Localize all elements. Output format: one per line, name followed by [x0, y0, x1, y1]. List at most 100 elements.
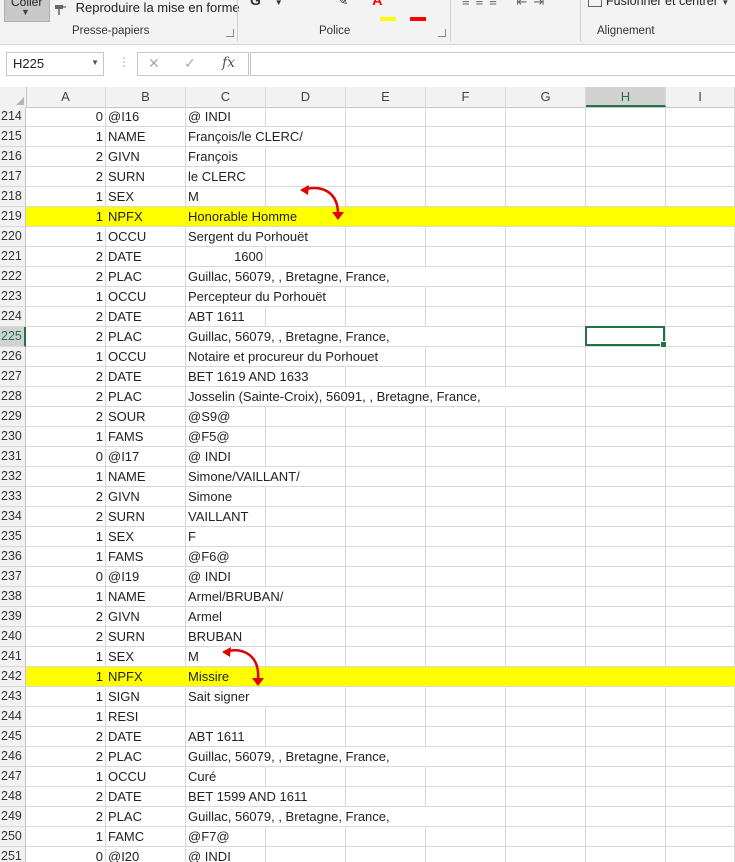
cell-a[interactable]: 2 — [26, 267, 106, 287]
cell-b[interactable]: GIVN — [106, 607, 186, 627]
row-header[interactable]: 242 — [0, 667, 26, 687]
cell-d[interactable] — [266, 507, 346, 527]
cell-a[interactable]: 1 — [26, 427, 106, 447]
cell-h[interactable] — [586, 667, 666, 687]
cell-h[interactable] — [586, 807, 666, 827]
cell-g[interactable] — [506, 587, 586, 607]
cell-g[interactable] — [506, 567, 586, 587]
cell-f[interactable] — [426, 407, 506, 427]
indent-decrease-icon[interactable]: ⇤ — [516, 0, 533, 9]
cell-i[interactable] — [666, 187, 735, 207]
cell-e[interactable] — [346, 287, 426, 307]
cell-g[interactable] — [506, 387, 586, 407]
cell-g[interactable] — [506, 627, 586, 647]
name-box[interactable]: H225 ▼ — [6, 52, 104, 76]
cell-i[interactable] — [666, 207, 735, 227]
cell-h[interactable] — [586, 527, 666, 547]
cell-e[interactable] — [346, 707, 426, 727]
cell-i[interactable] — [666, 167, 735, 187]
cell-g[interactable] — [506, 487, 586, 507]
cell-d[interactable] — [266, 707, 346, 727]
row-header[interactable]: 233 — [0, 487, 26, 507]
cell-b[interactable]: PLAC — [106, 747, 186, 767]
cell-f[interactable] — [426, 127, 506, 147]
cell-c[interactable]: le CLERC — [186, 167, 266, 187]
column-header-c[interactable]: C — [186, 87, 266, 107]
cell-g[interactable] — [506, 527, 586, 547]
cell-e[interactable] — [346, 587, 426, 607]
cell-h[interactable] — [586, 467, 666, 487]
cell-g[interactable] — [506, 227, 586, 247]
cell-g[interactable] — [506, 467, 586, 487]
cell-b[interactable]: DATE — [106, 727, 186, 747]
cell-b[interactable]: PLAC — [106, 807, 186, 827]
cell-i[interactable] — [666, 107, 735, 127]
cell-i[interactable] — [666, 327, 735, 347]
cell-g[interactable] — [506, 647, 586, 667]
cell-f[interactable] — [426, 847, 506, 862]
cell-f[interactable] — [426, 627, 506, 647]
cell-h[interactable] — [586, 307, 666, 327]
cell-c[interactable] — [186, 707, 266, 727]
row-header[interactable]: 225 — [0, 327, 26, 347]
cell-i[interactable] — [666, 527, 735, 547]
cell-i[interactable] — [666, 367, 735, 387]
cell-g[interactable] — [506, 787, 586, 807]
cell-h[interactable] — [586, 407, 666, 427]
cell-e[interactable] — [346, 127, 426, 147]
cell-b[interactable]: SEX — [106, 187, 186, 207]
cell-c[interactable]: Guillac, 56079, , Bretagne, France, — [186, 807, 390, 827]
fill-handle[interactable] — [660, 341, 667, 348]
column-header-i[interactable]: I — [666, 87, 735, 107]
row-header[interactable]: 239 — [0, 607, 26, 627]
cell-d[interactable] — [266, 727, 346, 747]
fx-icon[interactable]: fx — [222, 55, 235, 71]
cell-i[interactable] — [666, 787, 735, 807]
cell-b[interactable]: GIVN — [106, 147, 186, 167]
cell-c[interactable]: @F6@ — [186, 547, 266, 567]
cell-c[interactable]: Honorable Homme — [186, 207, 297, 227]
cell-i[interactable] — [666, 387, 735, 407]
cell-b[interactable]: NAME — [106, 587, 186, 607]
cell-f[interactable] — [426, 507, 506, 527]
cell-b[interactable]: DATE — [106, 367, 186, 387]
cell-i[interactable] — [666, 447, 735, 467]
align-center-icon[interactable]: ≡ — [476, 0, 490, 9]
cell-h[interactable] — [586, 647, 666, 667]
cell-i[interactable] — [666, 807, 735, 827]
cell-f[interactable] — [426, 287, 506, 307]
cell-a[interactable]: 1 — [26, 127, 106, 147]
row-header[interactable]: 245 — [0, 727, 26, 747]
cell-f[interactable] — [426, 247, 506, 267]
cell-e[interactable] — [346, 647, 426, 667]
selected-cell-h225[interactable] — [585, 326, 667, 348]
cell-f[interactable] — [426, 347, 506, 367]
cell-d[interactable] — [266, 147, 346, 167]
cell-g[interactable] — [506, 427, 586, 447]
cell-g[interactable] — [506, 327, 586, 347]
chevron-down-icon[interactable]: ▼ — [275, 0, 283, 7]
paste-button[interactable]: Coller ▼ — [4, 0, 50, 22]
cell-a[interactable]: 2 — [26, 487, 106, 507]
cell-i[interactable] — [666, 307, 735, 327]
cell-b[interactable]: SOUR — [106, 407, 186, 427]
cell-b[interactable]: SEX — [106, 527, 186, 547]
cell-e[interactable] — [346, 727, 426, 747]
cell-c[interactable]: VAILLANT — [186, 507, 266, 527]
cell-a[interactable]: 2 — [26, 167, 106, 187]
cell-i[interactable] — [666, 827, 735, 847]
cell-a[interactable]: 1 — [26, 767, 106, 787]
cell-d[interactable] — [266, 247, 346, 267]
cell-e[interactable] — [346, 167, 426, 187]
cell-h[interactable] — [586, 267, 666, 287]
cell-h[interactable] — [586, 827, 666, 847]
row-header[interactable]: 231 — [0, 447, 26, 467]
cell-e[interactable] — [346, 567, 426, 587]
cell-d[interactable] — [266, 487, 346, 507]
cell-c[interactable]: 1600 — [186, 247, 266, 267]
cell-e[interactable] — [346, 827, 426, 847]
cell-e[interactable] — [346, 527, 426, 547]
cell-h[interactable] — [586, 167, 666, 187]
cell-f[interactable] — [426, 307, 506, 327]
cell-f[interactable] — [426, 767, 506, 787]
